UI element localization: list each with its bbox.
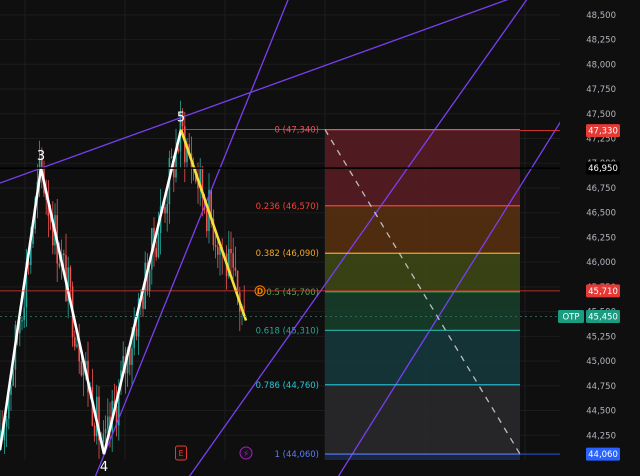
fib-zone-0.5: [325, 291, 520, 331]
candle-body: [74, 337, 76, 347]
y-tick-label: 44,750: [586, 382, 616, 392]
price-tag-label: 45,710: [588, 287, 618, 297]
fib-label-0.382: 0.382 (46,090): [256, 249, 319, 259]
ticker-label: OTP: [562, 313, 579, 323]
candle-body: [157, 233, 160, 257]
candle-body: [232, 253, 234, 268]
fib-zone-0.236: [325, 205, 520, 254]
fib-zone-fills: [325, 129, 520, 460]
candle-body: [148, 269, 151, 292]
wave-label-4: 4: [100, 460, 108, 475]
y-tick-label: 46,500: [586, 209, 616, 219]
wave-label-5: 5: [177, 111, 185, 126]
fib-zone-0.618: [325, 330, 520, 385]
price-tag-label: 47,330: [588, 127, 618, 137]
candle-body: [142, 296, 144, 309]
candle-body: [234, 267, 237, 271]
fib-label-0.786: 0.786 (44,760): [256, 381, 319, 391]
y-tick-label: 48,000: [586, 60, 616, 70]
y-tick-label: 45,250: [586, 332, 616, 342]
candle-body: [217, 247, 219, 255]
candle-body: [104, 428, 107, 434]
candle-body: [164, 206, 166, 214]
dividend-marker-label: D: [257, 287, 263, 296]
fib-label-0: 0 (47,340): [275, 126, 319, 136]
fib-zone-0.382: [325, 253, 520, 292]
fib-label-1: 1 (44,060): [275, 450, 319, 460]
y-tick-label: 44,500: [586, 407, 616, 417]
candle-body: [107, 416, 109, 429]
price-axis[interactable]: 44,25044,50044,75045,00045,25045,50045,7…: [558, 0, 640, 476]
candle-body: [5, 418, 8, 427]
candle-body: [230, 248, 232, 254]
candle-body: [170, 156, 173, 159]
fib-zone-0.786: [325, 384, 520, 455]
candle-body: [131, 348, 133, 365]
candle-body: [236, 270, 239, 293]
y-tick-label: 46,000: [586, 258, 616, 268]
candle-body: [23, 307, 25, 321]
earnings-marker-label: E: [178, 449, 183, 458]
wave-label-3: 3: [37, 149, 45, 164]
fib-label-0.236: 0.236 (46,570): [256, 202, 319, 212]
candle-body: [21, 320, 23, 322]
candle-body: [69, 267, 72, 287]
y-tick-label: 45,000: [586, 357, 616, 367]
candle-body: [166, 204, 168, 214]
fib-zone-below-1: [325, 454, 520, 460]
candle-body: [76, 344, 78, 347]
candle-body: [58, 263, 61, 267]
split-marker-icon: ⚡: [243, 450, 249, 460]
price-tag-label: 44,060: [588, 450, 618, 460]
fib-label-0.5: 0.5 (45,700): [266, 288, 319, 298]
candle-body: [135, 328, 138, 337]
candle-body: [214, 244, 217, 248]
candle-body: [93, 425, 96, 437]
y-tick-label: 48,250: [586, 36, 616, 46]
price-chart[interactable]: 3 4 5 0 (47,340) 0.236 (46,570) 0.382 (46,09…: [0, 0, 640, 476]
candle-body: [102, 433, 105, 443]
price-tag-label: 45,450: [588, 313, 618, 323]
candle-body: [80, 361, 83, 376]
fib-label-0.618: 0.618 (45,310): [256, 326, 319, 336]
y-tick-label: 44,250: [586, 431, 616, 441]
candle-body: [155, 248, 157, 257]
y-tick-label: 47,500: [586, 110, 616, 120]
candle-body: [243, 306, 245, 308]
candle-body: [63, 253, 65, 256]
y-tick-label: 47,750: [586, 85, 616, 95]
candle-body: [206, 209, 208, 232]
price-tag-label: 46,950: [588, 164, 618, 174]
y-tick-label: 48,500: [586, 11, 616, 21]
y-tick-label: 46,250: [586, 233, 616, 243]
y-tick-label: 46,750: [586, 184, 616, 194]
